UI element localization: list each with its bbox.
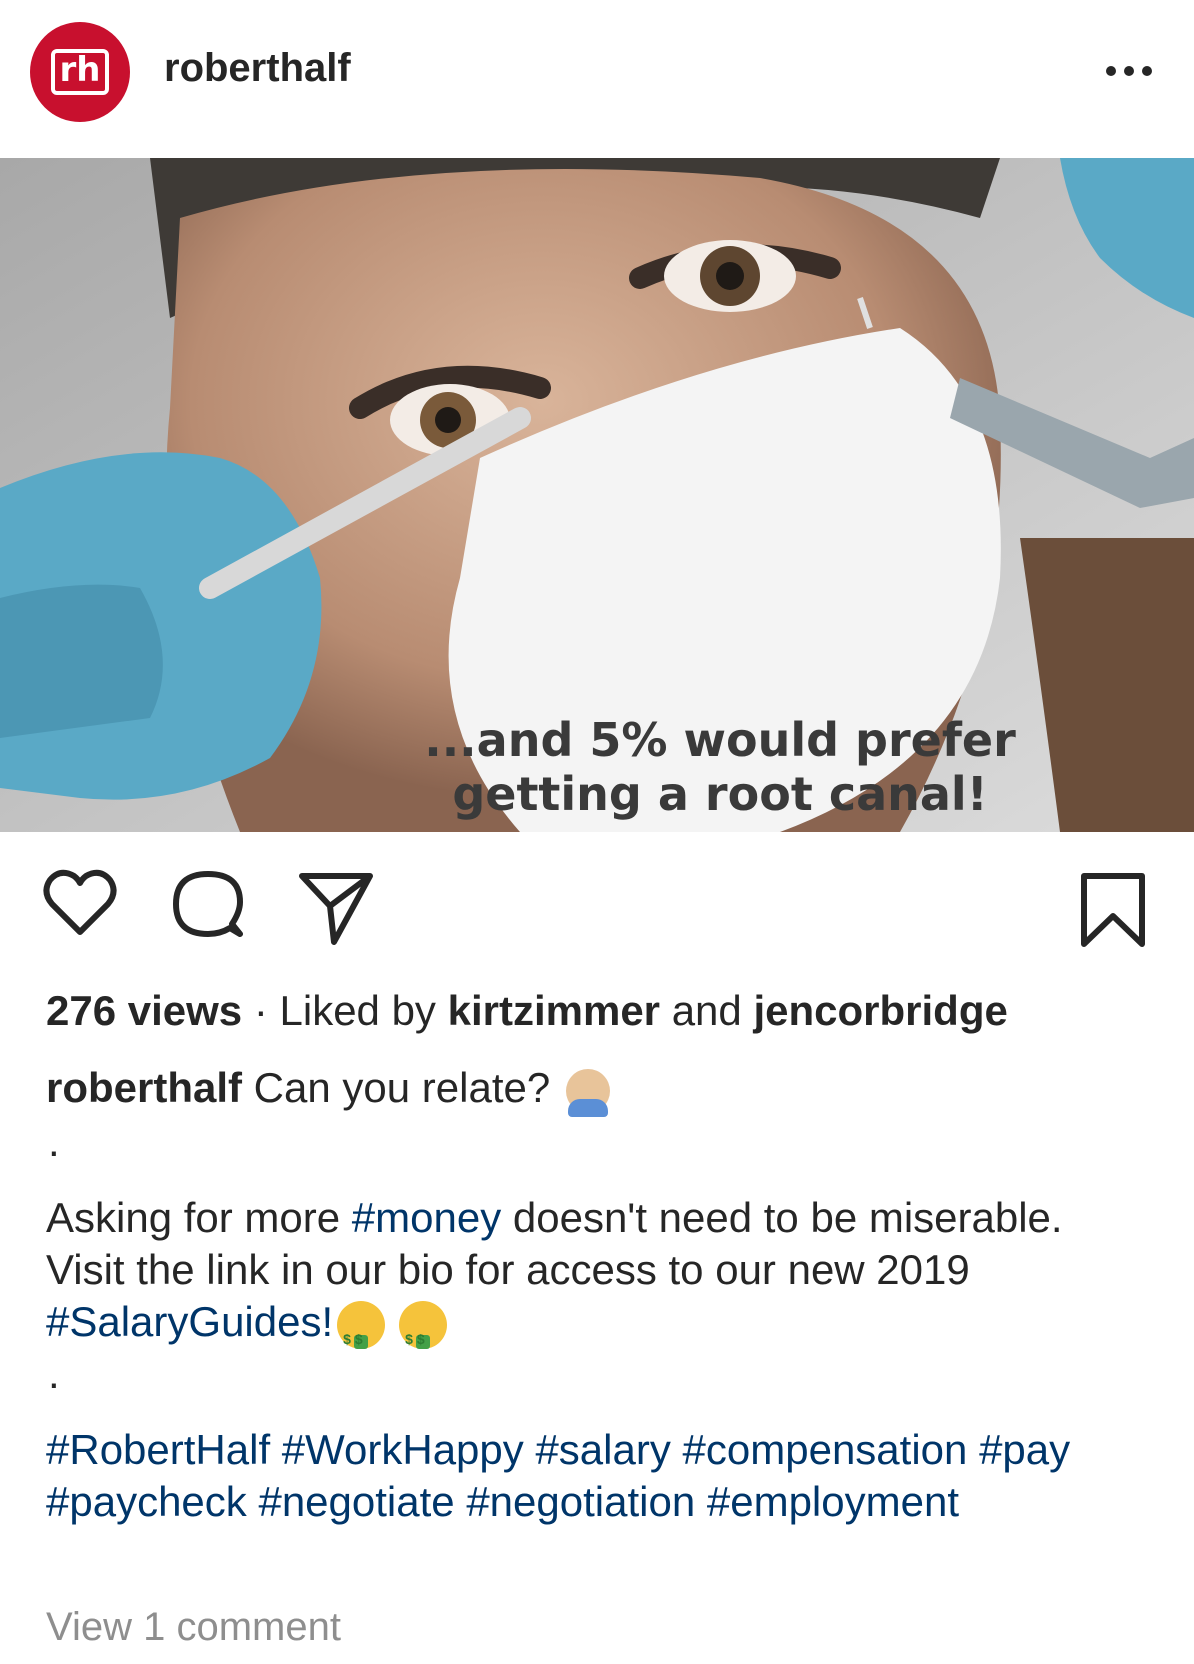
avatar[interactable]: rh [30,22,130,122]
body-text-3: ! [321,1298,334,1345]
instagram-post: rh roberthalf ...and 5% would prefer get… [0,0,1194,1664]
liked-and: and [660,987,754,1034]
caption-dot-2: . [48,1350,60,1397]
body-text-1: Asking for more [46,1194,352,1241]
more-dot [1106,66,1116,76]
hashtag[interactable]: #negotiate [258,1478,454,1525]
caption-body: Asking for more #money doesn't need to b… [46,1192,1146,1365]
hashtag[interactable]: #RobertHalf [46,1426,270,1473]
view-comments-link[interactable]: View 1 comment [46,1605,341,1650]
view-count[interactable]: 276 views [46,987,242,1034]
heart-icon[interactable] [42,868,118,938]
hashtag[interactable]: #compensation [683,1426,968,1473]
hashtag[interactable]: #pay [979,1426,1070,1473]
hashtag[interactable]: #employment [707,1478,959,1525]
post-actions [0,862,1194,952]
comment-bubble-icon[interactable] [170,868,246,944]
more-dot [1124,66,1134,76]
hashtag-money[interactable]: #money [352,1194,501,1241]
hashtag-list: #RobertHalf #WorkHappy #salary #compensa… [46,1424,1166,1528]
more-dot [1142,66,1152,76]
post-username[interactable]: roberthalf [164,46,351,91]
hashtag[interactable]: #WorkHappy [282,1426,524,1473]
overlay-line-1: ...and 5% would prefer [424,713,1016,767]
paper-plane-icon[interactable] [298,870,374,946]
hashtag[interactable]: #paycheck [46,1478,247,1525]
raising-hand-emoji-icon [565,1068,610,1117]
money-mouth-emoji-icon [399,1300,448,1365]
bookmark-icon[interactable] [1080,872,1146,948]
post-header: rh roberthalf [0,0,1194,150]
overlay-line-2: getting a root canal! [452,767,988,821]
liked-by-label: Liked by [279,987,448,1034]
likes-line: 276 views · Liked by kirtzimmer and jenc… [46,985,1008,1037]
hashtag-salaryguides[interactable]: #SalaryGuides [46,1298,321,1345]
hashtag[interactable]: #salary [535,1426,670,1473]
post-image[interactable]: ...and 5% would prefer getting a root ca… [0,158,1194,832]
liked-user-2[interactable]: jencorbridge [753,987,1007,1034]
avatar-logo-text: rh [50,49,110,95]
hashtag[interactable]: #negotiation [466,1478,695,1525]
caption-text: Can you relate? [242,1064,562,1111]
caption-line: roberthalf Can you relate? [46,1062,1146,1117]
liked-user-1[interactable]: kirtzimmer [448,987,660,1034]
money-mouth-emoji-icon [337,1300,386,1365]
image-overlay-text: ...and 5% would prefer getting a root ca… [400,713,1040,821]
caption-username[interactable]: roberthalf [46,1064,242,1111]
separator: · [242,987,280,1034]
caption-dot: . [48,1118,60,1165]
more-options-icon[interactable] [1106,66,1152,76]
